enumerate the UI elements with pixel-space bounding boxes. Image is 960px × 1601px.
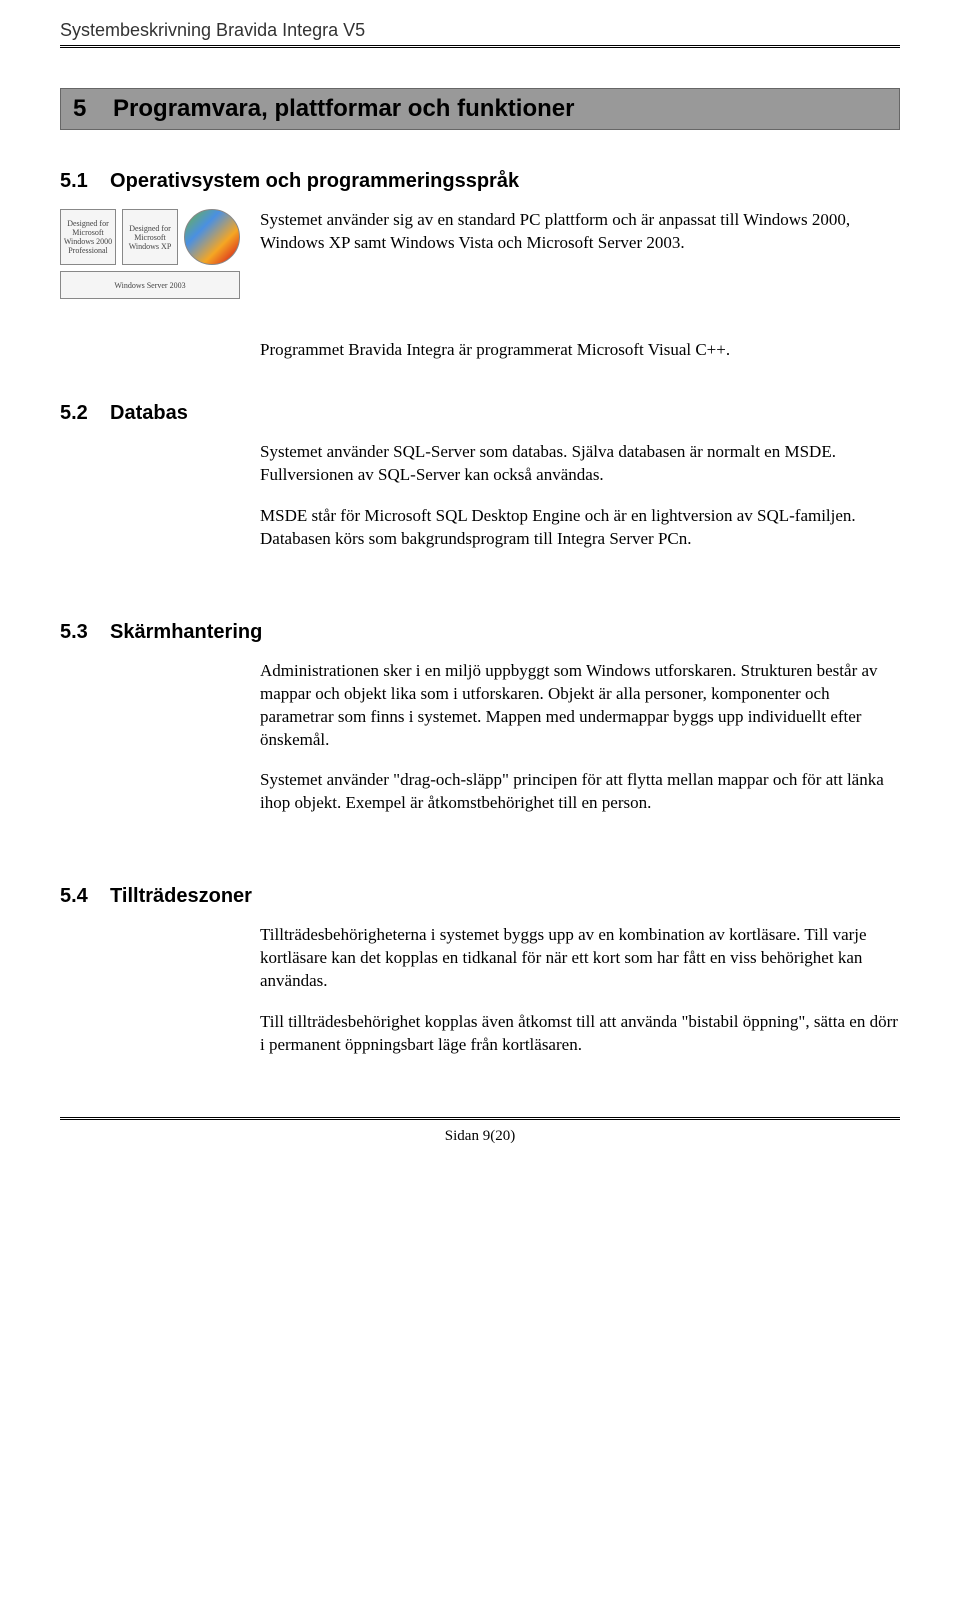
chapter-number: 5 <box>73 95 86 122</box>
footer-divider <box>60 1117 900 1120</box>
section-51-content-2: Programmet Bravida Integra är programmer… <box>260 339 900 362</box>
section-51-p1: Systemet använder sig av en standard PC … <box>260 209 900 255</box>
section-54-p2: Till tillträdesbehörighet kopplas även å… <box>260 1011 900 1057</box>
os-logo-cluster: Designed for Microsoft Windows 2000 Prof… <box>60 209 260 299</box>
section-title: Operativsystem och programmeringsspråk <box>110 170 519 192</box>
windows-xp-logo-icon: Designed for Microsoft Windows XP <box>122 209 178 265</box>
section-51-content: Systemet använder sig av en standard PC … <box>260 209 900 273</box>
section-53-p1: Administrationen sker i en miljö uppbygg… <box>260 660 900 752</box>
section-52-content: Systemet använder SQL-Server som databas… <box>260 441 900 551</box>
section-heading-52: 5.2 Databas <box>60 402 900 425</box>
section-heading-51: 5.1 Operativsystem och programmeringsspr… <box>60 170 900 193</box>
windows-server-2003-logo-icon: Windows Server 2003 <box>60 271 240 299</box>
section-heading-53: 5.3 Skärmhantering <box>60 621 900 644</box>
section-number: 5.1 <box>60 170 88 192</box>
section-51-row: Designed for Microsoft Windows 2000 Prof… <box>60 209 900 299</box>
header-divider <box>60 45 900 48</box>
page-footer: Sidan 9(20) <box>60 1128 900 1145</box>
section-51-p2: Programmet Bravida Integra är programmer… <box>260 339 900 362</box>
section-54-p1: Tillträdesbehörigheterna i systemet bygg… <box>260 924 900 993</box>
section-53-p2: Systemet använder "drag-och-släpp" princ… <box>260 769 900 815</box>
section-number: 5.3 <box>60 621 88 643</box>
chapter-title: Programvara, plattformar och funktioner <box>113 95 574 122</box>
page-number: Sidan 9(20) <box>445 1128 515 1144</box>
section-53-content: Administrationen sker i en miljö uppbygg… <box>260 660 900 816</box>
windows-2000-logo-icon: Designed for Microsoft Windows 2000 Prof… <box>60 209 116 265</box>
section-54-content: Tillträdesbehörigheterna i systemet bygg… <box>260 924 900 1057</box>
section-52-p1: Systemet använder SQL-Server som databas… <box>260 441 900 487</box>
section-title: Tillträdeszoner <box>110 885 252 907</box>
section-52-p2: MSDE står för Microsoft SQL Desktop Engi… <box>260 505 900 551</box>
chapter-heading-bar: 5 Programvara, plattformar och funktione… <box>60 88 900 130</box>
section-number: 5.2 <box>60 402 88 424</box>
section-title: Databas <box>110 402 188 424</box>
section-title: Skärmhantering <box>110 621 262 643</box>
windows-vista-logo-icon <box>184 209 240 265</box>
document-header-title: Systembeskrivning Bravida Integra V5 <box>60 20 900 41</box>
section-number: 5.4 <box>60 885 88 907</box>
section-heading-54: 5.4 Tillträdeszoner <box>60 885 900 908</box>
